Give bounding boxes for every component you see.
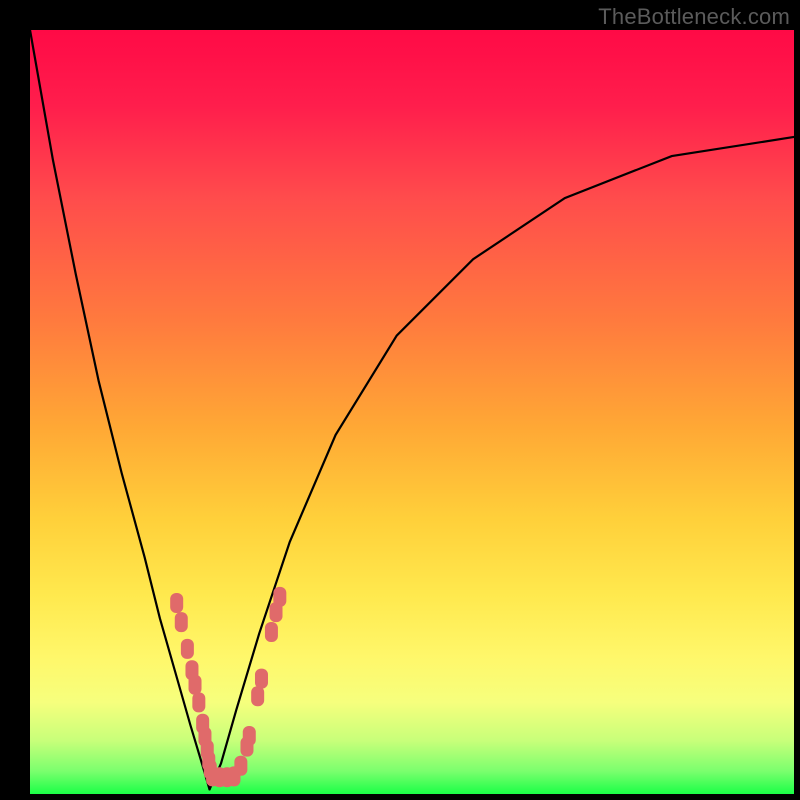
- data-marker: [196, 714, 209, 734]
- plot-area: [30, 30, 794, 794]
- curve-left-branch: [30, 30, 210, 789]
- watermark-text: TheBottleneck.com: [598, 4, 790, 30]
- data-marker: [221, 767, 234, 787]
- curve-svg: [30, 30, 794, 794]
- data-marker: [243, 726, 256, 746]
- data-marker: [201, 740, 214, 760]
- data-marker: [175, 612, 188, 632]
- data-marker: [265, 622, 278, 642]
- chart-frame: TheBottleneck.com: [0, 0, 800, 800]
- curve-right-branch: [210, 137, 794, 789]
- data-marker: [202, 751, 215, 771]
- data-marker: [227, 766, 240, 786]
- data-marker: [192, 692, 205, 712]
- data-marker: [204, 760, 217, 780]
- data-marker: [181, 639, 194, 659]
- data-marker: [206, 766, 219, 786]
- data-marker: [240, 737, 253, 757]
- data-marker: [270, 602, 283, 622]
- data-marker: [185, 660, 198, 680]
- data-marker: [251, 686, 264, 706]
- data-marker: [255, 669, 268, 689]
- marker-group: [170, 587, 286, 787]
- data-marker: [198, 727, 211, 747]
- data-marker: [213, 767, 226, 787]
- data-marker: [273, 587, 286, 607]
- data-marker: [170, 593, 183, 613]
- data-marker: [234, 756, 247, 776]
- data-marker: [189, 675, 202, 695]
